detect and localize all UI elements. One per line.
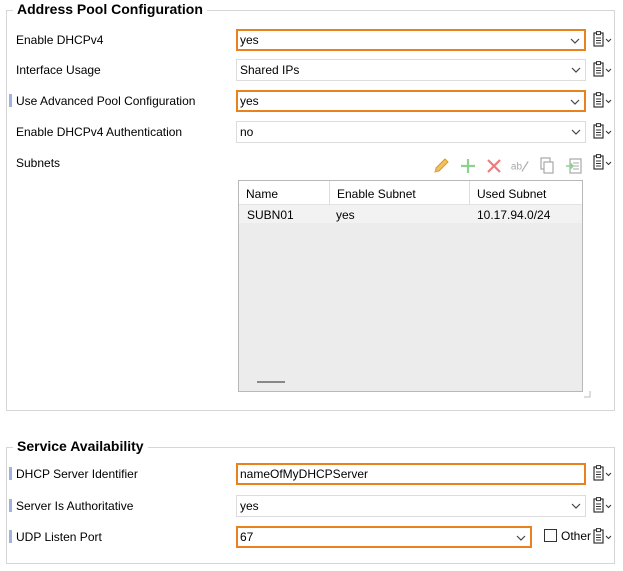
udp-port-value: 67	[240, 530, 254, 544]
address-pool-group: Address Pool Configuration Enable DHCPv4…	[6, 1, 615, 411]
clipboard-menu-icon[interactable]	[592, 154, 612, 172]
authoritative-label: Server Is Authoritative	[16, 499, 134, 513]
enable-dhcpv4-select[interactable]: yes	[236, 29, 586, 51]
udp-port-row: UDP Listen Port 67 Other	[7, 526, 614, 548]
enable-dhcpv4-row: Enable DHCPv4 yes	[7, 29, 614, 51]
address-pool-title: Address Pool Configuration	[13, 1, 207, 17]
resize-grip-icon[interactable]	[583, 390, 591, 398]
cell-name: SUBN01	[247, 208, 294, 222]
import-icon[interactable]	[564, 156, 584, 176]
interface-usage-select[interactable]: Shared IPs	[236, 59, 586, 81]
column-header-enable-subnet[interactable]: Enable Subnet	[330, 181, 470, 205]
required-marker	[9, 499, 12, 512]
enable-auth-value: no	[240, 125, 254, 139]
subnets-grid[interactable]: Name Enable Subnet Used Subnet SUBN01 ye…	[238, 180, 591, 398]
clipboard-menu-icon[interactable]	[592, 497, 612, 515]
chevron-down-icon	[570, 99, 580, 105]
subnets-toolbar: ab	[429, 156, 589, 178]
udp-port-label: UDP Listen Port	[16, 530, 102, 544]
chevron-down-icon	[571, 503, 581, 509]
add-plus-icon[interactable]	[458, 156, 478, 176]
interface-usage-row: Interface Usage Shared IPs	[7, 59, 614, 81]
clipboard-menu-icon[interactable]	[592, 92, 612, 110]
column-header-used-subnet[interactable]: Used Subnet	[470, 181, 583, 205]
clipboard-menu-icon[interactable]	[592, 61, 612, 79]
column-header-name[interactable]: Name	[239, 181, 330, 205]
chevron-down-icon	[571, 129, 581, 135]
server-identifier-row: DHCP Server Identifier nameOfMyDHCPServe…	[7, 463, 614, 485]
use-advanced-pool-label: Use Advanced Pool Configuration	[16, 94, 196, 108]
service-availability-group: Service Availability DHCP Server Identif…	[6, 438, 615, 564]
clipboard-menu-icon[interactable]	[592, 31, 612, 49]
required-marker	[9, 467, 12, 480]
cell-used-subnet: 10.17.94.0/24	[477, 208, 551, 222]
server-identifier-label: DHCP Server Identifier	[16, 467, 138, 481]
copy-icon[interactable]	[537, 156, 557, 176]
server-identifier-value: nameOfMyDHCPServer	[240, 467, 369, 481]
clipboard-menu-icon[interactable]	[592, 465, 612, 483]
use-advanced-pool-select[interactable]: yes	[236, 90, 586, 112]
use-advanced-pool-value: yes	[240, 94, 259, 108]
required-marker	[9, 530, 12, 543]
interface-usage-value: Shared IPs	[240, 63, 300, 77]
interface-usage-label: Interface Usage	[16, 63, 101, 77]
server-identifier-input[interactable]: nameOfMyDHCPServer	[236, 463, 586, 485]
subnets-label: Subnets	[16, 156, 61, 170]
authoritative-row: Server Is Authoritative yes	[7, 495, 614, 517]
rename-ab-icon[interactable]: ab	[510, 156, 530, 176]
delete-x-icon[interactable]	[484, 156, 504, 176]
clipboard-menu-icon[interactable]	[592, 123, 612, 141]
enable-dhcpv4-label: Enable DHCPv4	[16, 33, 104, 47]
use-advanced-pool-row: Use Advanced Pool Configuration yes	[7, 90, 614, 112]
chevron-down-icon	[571, 67, 581, 73]
table-row[interactable]: SUBN01 yes 10.17.94.0/24	[239, 205, 582, 223]
grid-header: Name Enable Subnet Used Subnet	[239, 181, 582, 205]
enable-dhcpv4-value: yes	[240, 33, 259, 47]
edit-pencil-icon[interactable]	[431, 156, 451, 176]
udp-port-select[interactable]: 67	[236, 526, 532, 548]
authoritative-value: yes	[240, 499, 259, 513]
clipboard-menu-icon[interactable]	[592, 528, 612, 546]
other-checkbox[interactable]	[544, 529, 557, 542]
enable-auth-row: Enable DHCPv4 Authentication no	[7, 121, 614, 143]
enable-auth-label: Enable DHCPv4 Authentication	[16, 125, 183, 139]
service-availability-title: Service Availability	[13, 438, 148, 454]
chevron-down-icon	[516, 535, 526, 541]
svg-text:ab: ab	[511, 162, 523, 173]
other-label[interactable]: Other	[561, 529, 591, 543]
horizontal-scrollbar[interactable]	[257, 381, 285, 383]
cell-enable-subnet: yes	[336, 208, 355, 222]
required-marker	[9, 94, 12, 107]
enable-auth-select[interactable]: no	[236, 121, 586, 143]
authoritative-select[interactable]: yes	[236, 495, 586, 517]
chevron-down-icon	[570, 38, 580, 44]
